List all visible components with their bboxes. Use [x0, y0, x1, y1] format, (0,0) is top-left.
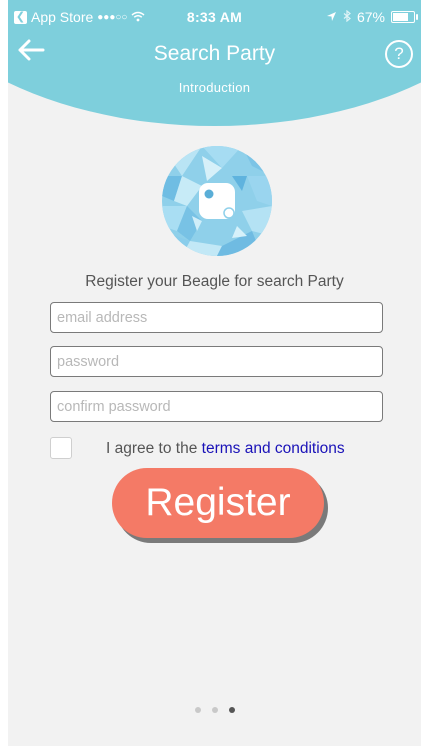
- register-prompt: Register your Beagle for search Party: [85, 273, 344, 290]
- screen: ❮ App Store ●●●○○ 8:33 AM 67% Search Par…: [8, 0, 421, 746]
- page-dot[interactable]: [228, 707, 235, 713]
- terms-checkbox[interactable]: [50, 437, 72, 459]
- register-button[interactable]: Register: [112, 468, 324, 538]
- page-title: Search Party: [153, 42, 276, 65]
- battery-level: [393, 13, 408, 21]
- location-arrow-icon: [326, 9, 337, 25]
- confirm-password-field[interactable]: [50, 391, 383, 422]
- help-button[interactable]: ?: [385, 40, 413, 68]
- terms-link[interactable]: terms and conditions: [202, 440, 345, 457]
- status-bar: ❮ App Store ●●●○○ 8:33 AM 67%: [8, 0, 421, 34]
- page-indicator: [8, 707, 421, 713]
- agree-label: I agree to the: [106, 440, 202, 457]
- terms-agreement-text: I agree to the terms and conditions: [106, 440, 345, 458]
- bluetooth-icon: [343, 9, 351, 25]
- battery-percent: 67%: [356, 9, 385, 25]
- page-dot[interactable]: [194, 707, 201, 713]
- page-dot[interactable]: [211, 707, 218, 713]
- email-field[interactable]: [50, 302, 383, 333]
- page-subtitle: Introduction: [178, 80, 251, 95]
- status-right: 67%: [326, 9, 418, 25]
- password-field[interactable]: [50, 346, 383, 377]
- beagle-device-image: [162, 146, 272, 256]
- battery-icon: [391, 11, 418, 23]
